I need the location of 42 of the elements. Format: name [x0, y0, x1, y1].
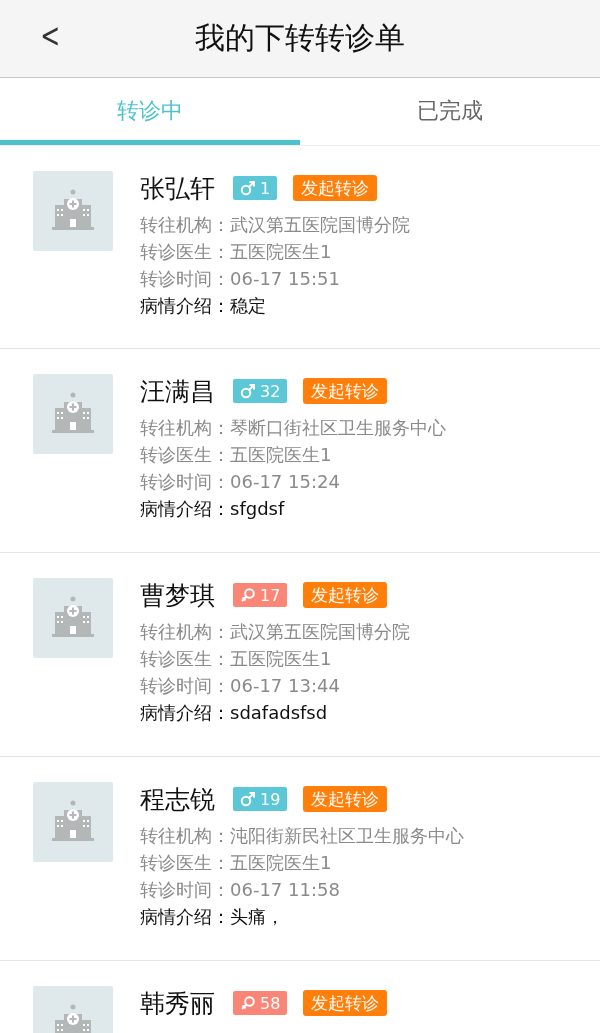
- initiate-referral-button[interactable]: 发起转诊: [303, 378, 388, 404]
- initiate-referral-button[interactable]: 发起转诊: [303, 786, 388, 812]
- patient-name: 曹梦琪: [140, 579, 215, 612]
- gender-age-badge: 19: [233, 787, 288, 811]
- record-detail: 转诊医生：五医院医生1: [140, 647, 333, 671]
- female-icon: [240, 995, 256, 1011]
- gender-age-badge: 58: [233, 991, 288, 1015]
- back-button[interactable]: <: [36, 14, 65, 56]
- hospital-icon: [33, 578, 113, 658]
- record-detail: 转往机构：武汉第五医院国博分院: [140, 620, 410, 644]
- male-icon: [240, 791, 256, 807]
- patient-name: 汪满昌: [140, 375, 215, 408]
- record-detail: 转往机构：沌阳街新民社区卫生服务中心: [140, 824, 464, 848]
- initiate-referral-button[interactable]: 发起转诊: [303, 582, 388, 608]
- patient-name: 程志锐: [140, 783, 215, 816]
- patient-name: 韩秀丽: [140, 987, 215, 1020]
- gender-age-badge: 17: [233, 583, 288, 607]
- page-title: 我的下转转诊单: [195, 19, 405, 57]
- gender-age-badge: 1: [233, 176, 278, 200]
- hospital-icon: [33, 374, 113, 454]
- record-detail: 转诊时间：06-17 13:44: [140, 674, 341, 698]
- record-detail: 病情介绍：sdafadsfsd: [140, 701, 329, 725]
- record-detail: 病情介绍：sfgdsf: [140, 497, 286, 521]
- record-detail: 转诊时间：06-17 11:58: [140, 878, 341, 902]
- record-detail: 病情介绍：稳定: [140, 294, 267, 318]
- hospital-icon: [33, 782, 113, 862]
- gender-age-badge: 32: [233, 379, 288, 403]
- male-icon: [240, 180, 256, 196]
- record-detail: 转诊医生：五医院医生1: [140, 851, 333, 875]
- male-icon: [240, 383, 256, 399]
- initiate-referral-button[interactable]: 发起转诊: [293, 175, 378, 201]
- record-detail: 转往机构：武汉第五医院国博分院: [140, 213, 410, 237]
- female-icon: [240, 587, 256, 603]
- record-detail: 转往机构：琴断口街社区卫生服务中心: [140, 416, 446, 440]
- patient-name: 张弘轩: [140, 172, 215, 205]
- initiate-referral-button[interactable]: 发起转诊: [303, 990, 388, 1016]
- record-detail: 转诊医生：五医院医生1: [140, 240, 333, 264]
- record-detail: 病情介绍：头痛，: [140, 905, 285, 929]
- hospital-icon: [33, 171, 113, 251]
- record-detail: 转诊时间：06-17 15:24: [140, 470, 341, 494]
- record-detail: 转诊医生：五医院医生1: [140, 443, 333, 467]
- record-detail: 转诊时间：06-17 15:51: [140, 267, 341, 291]
